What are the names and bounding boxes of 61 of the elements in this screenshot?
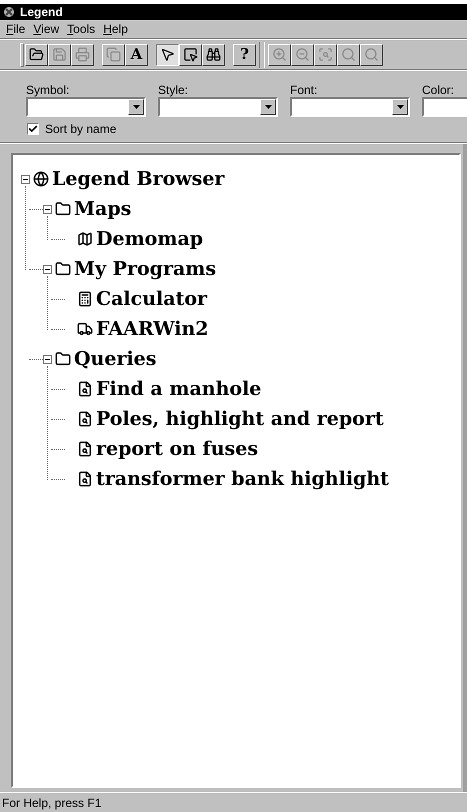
tree-item[interactable]: FAARWin2 (96, 320, 208, 338)
field-label: Symbol: (26, 82, 70, 97)
tree-item[interactable]: Queries (74, 350, 156, 368)
toolbar-button[interactable] (156, 44, 179, 66)
select-pointer-icon (183, 47, 198, 62)
zoom-in-icon (272, 47, 287, 62)
tree-item[interactable]: Maps (74, 200, 132, 218)
zoom-icon (364, 47, 379, 62)
tree-item[interactable]: report on fuses (96, 440, 258, 458)
truck-icon (77, 321, 93, 337)
folder-icon (55, 351, 71, 367)
dropdown-field[interactable] (290, 97, 410, 117)
toolbar-button[interactable]: A (125, 44, 148, 66)
app-icon (3, 6, 16, 18)
query-icon (77, 411, 93, 427)
tree-item[interactable]: Poles, highlight and report (96, 410, 384, 428)
checkbox-label: Sort by name (45, 121, 116, 138)
zoom-extent-icon (318, 47, 333, 62)
map-icon (77, 231, 93, 247)
folder-icon (55, 201, 71, 217)
calculator-icon (77, 291, 93, 307)
menu-item[interactable]: File (2, 20, 30, 38)
query-icon (77, 381, 93, 397)
menu-item[interactable]: View (29, 20, 64, 38)
tree-item[interactable]: transformer bank highlight (96, 470, 389, 488)
expander-icon[interactable] (43, 264, 52, 274)
menu-item[interactable]: Tools (63, 20, 100, 38)
status-text: For Help, press F1 (2, 794, 102, 812)
dropdown-arrow-icon (396, 105, 404, 109)
copy-icon (106, 47, 121, 62)
query-icon (77, 471, 93, 487)
dropdown-arrow-icon (264, 105, 272, 109)
tree-item[interactable]: My Programs (74, 260, 216, 278)
window-title: Legend (20, 4, 63, 21)
printer-icon (75, 47, 90, 62)
toolbar-button[interactable]: ? (233, 44, 256, 66)
tree-item[interactable]: Find a manhole (96, 380, 262, 398)
save-icon (52, 47, 67, 62)
expander-icon[interactable] (43, 354, 52, 364)
zoom-out-icon (295, 47, 310, 62)
open-folder-icon (29, 47, 44, 62)
tree-item[interactable]: Legend Browser (52, 170, 224, 188)
expander-icon[interactable] (43, 204, 52, 214)
menu-item[interactable]: Help (99, 20, 132, 38)
check-icon (28, 124, 38, 134)
dropdown-field[interactable] (158, 97, 278, 117)
dropdown-field[interactable] (26, 97, 146, 117)
field-label: Style: (158, 82, 190, 97)
globe-icon (33, 171, 49, 187)
tree-item[interactable]: Demomap (96, 230, 204, 248)
field-label: Color: (422, 82, 456, 97)
tree-item[interactable]: Calculator (96, 290, 208, 308)
checkbox[interactable] (27, 123, 39, 135)
dropdown-arrow-icon (132, 105, 140, 109)
pointer-icon (160, 47, 175, 62)
folder-icon (55, 261, 71, 277)
field-label: Font: (290, 82, 318, 97)
expander-icon[interactable] (21, 174, 30, 184)
query-icon (77, 441, 93, 457)
binoculars-icon (206, 47, 221, 62)
zoom-icon (341, 47, 356, 62)
